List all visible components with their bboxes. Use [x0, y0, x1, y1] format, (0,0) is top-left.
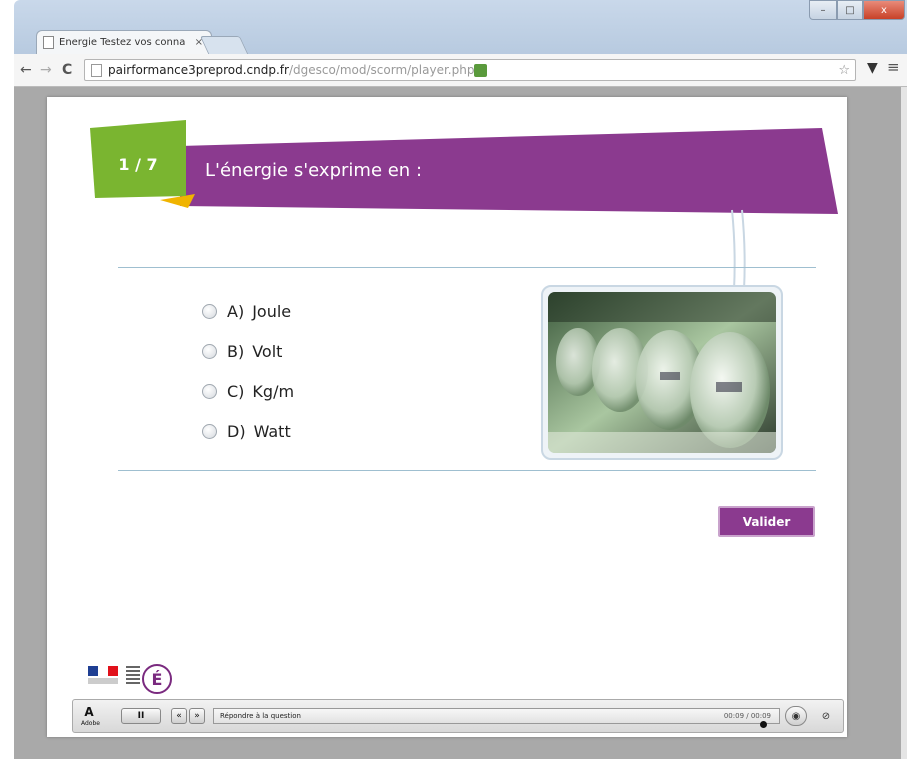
- next-button[interactable]: »: [189, 708, 205, 724]
- top-divider: [118, 267, 816, 268]
- logo-lines: [126, 666, 140, 686]
- electricity-meters-photo: [548, 292, 776, 453]
- radio-button[interactable]: [202, 384, 217, 399]
- status-text: Répondre à la question: [220, 712, 301, 720]
- radio-button[interactable]: [202, 424, 217, 439]
- question-text: L'énergie s'exprime en :: [205, 160, 423, 181]
- adobe-logo: A Adobe: [81, 705, 100, 727]
- bottom-divider: [118, 470, 816, 471]
- progress-bar[interactable]: Répondre à la question 00:09 / 00:09: [213, 708, 780, 728]
- footer-logos: É: [88, 658, 174, 694]
- player-controls-bar: A Adobe II « » Répondre à la question 00:…: [72, 699, 844, 733]
- republique-francaise-logo: [88, 666, 118, 686]
- education-e-icon: É: [142, 664, 172, 694]
- option-letter: B): [227, 342, 245, 361]
- option-b[interactable]: B) Volt: [202, 342, 282, 361]
- settings-icon[interactable]: ⊘: [815, 706, 837, 726]
- option-letter: D): [227, 422, 246, 441]
- banner-ribbon: [731, 209, 746, 291]
- option-label: Joule: [252, 302, 292, 321]
- adobe-letter: A: [84, 705, 94, 719]
- option-letter: A): [227, 302, 245, 321]
- audio-icon[interactable]: ◉: [785, 706, 807, 726]
- option-label: Volt: [252, 342, 283, 361]
- radio-button[interactable]: [202, 344, 217, 359]
- meters-illustration: [548, 292, 776, 453]
- radio-button[interactable]: [202, 304, 217, 319]
- logo-text-lines: [88, 678, 118, 684]
- option-c[interactable]: C) Kg/m: [202, 382, 294, 401]
- french-flag-icon: [88, 666, 118, 676]
- question-image: [541, 285, 783, 460]
- option-a[interactable]: A) Joule: [202, 302, 291, 321]
- time-readout: 00:09 / 00:09: [723, 712, 771, 720]
- option-d[interactable]: D) Watt: [202, 422, 291, 441]
- pause-button[interactable]: II: [121, 708, 161, 724]
- option-label: Kg/m: [252, 382, 295, 401]
- option-letter: C): [227, 382, 245, 401]
- adobe-small-text: Adobe: [81, 720, 100, 727]
- option-label: Watt: [253, 422, 291, 441]
- progress-knob[interactable]: [760, 721, 767, 728]
- question-number: 1 / 7: [118, 155, 158, 174]
- previous-button[interactable]: «: [171, 708, 187, 724]
- submit-button[interactable]: Valider: [718, 506, 815, 537]
- education-nationale-logo: É: [126, 658, 174, 694]
